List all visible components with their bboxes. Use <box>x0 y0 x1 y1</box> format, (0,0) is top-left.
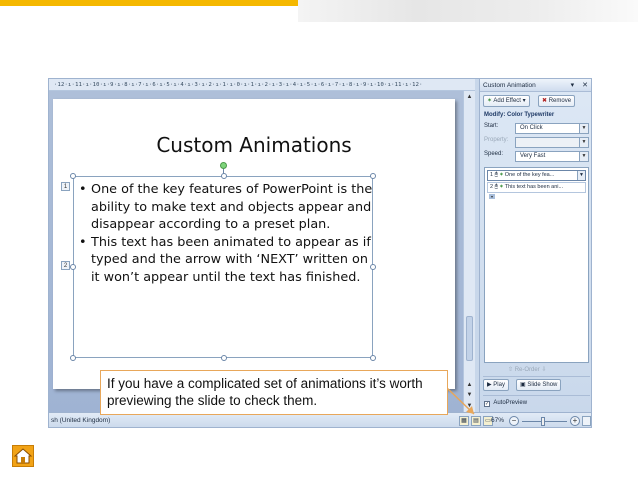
reorder-controls[interactable]: ⇧ Re-Order ⇩ <box>508 366 546 373</box>
animation-tag-2[interactable]: 2 <box>61 261 70 270</box>
star-icon: ✶ <box>487 98 493 104</box>
zoom-in-icon[interactable]: + <box>570 416 580 426</box>
callout-text: If you have a complicated set of animati… <box>107 376 423 408</box>
zoom-out-icon[interactable]: − <box>509 416 519 426</box>
slide-title[interactable]: Custom Animations <box>53 133 455 157</box>
chevron-down-icon[interactable]: ▼ <box>579 138 588 147</box>
resize-handle-tr[interactable] <box>370 173 376 179</box>
bullet-item-2[interactable]: This text has been animated to appear as… <box>79 234 375 287</box>
scroll-up-icon[interactable]: ▲ <box>465 93 474 101</box>
reorder-label: Re-Order <box>514 367 540 373</box>
slide-show-label: Slide Show <box>527 382 558 388</box>
play-button[interactable]: ▶ Play <box>483 379 509 391</box>
slide-work-area: Custom Animations 1 2 One of the k <box>49 91 475 412</box>
slideshow-icon: ▣ <box>520 382 526 388</box>
resize-handle-ml[interactable] <box>70 264 76 270</box>
chevron-down-icon[interactable]: ▼ <box>577 171 585 180</box>
resize-handle-bl[interactable] <box>70 355 76 361</box>
language-indicator[interactable]: sh (United Kingdom) <box>51 413 110 427</box>
custom-animation-pane: Custom Animation ▾ ✕ ✶ Add Effect ▾ ✖ Re… <box>479 79 591 412</box>
pane-divider <box>483 395 590 396</box>
start-select[interactable]: On Click ▼ <box>515 123 589 134</box>
item-label: One of the key fea... <box>504 172 555 178</box>
item-number: 1 <box>490 172 494 178</box>
speed-select[interactable]: Very Fast ▼ <box>515 151 589 162</box>
zoom-slider-thumb[interactable] <box>541 417 545 426</box>
vertical-scrollbar[interactable]: ▲ ▲ ▼ ▼ <box>463 91 475 412</box>
chevron-down-icon[interactable]: ▼ <box>579 124 588 133</box>
add-effect-label: Add Effect ▾ <box>493 98 526 104</box>
slide-show-button[interactable]: ▣ Slide Show <box>516 379 562 391</box>
autopreview-label: AutoPreview <box>493 400 528 406</box>
animation-tag-1[interactable]: 1 <box>61 182 70 191</box>
task-pane-header: Custom Animation ▾ ✕ <box>480 79 591 92</box>
play-icon: ▶ <box>487 382 492 388</box>
pane-divider <box>483 376 590 377</box>
animation-list-item-2[interactable]: 2 🖰 ✶ This text has been ani... <box>487 182 586 193</box>
modify-effect-label: Modify: Color Typewriter <box>484 112 555 118</box>
slide-canvas[interactable]: Custom Animations 1 2 One of the k <box>53 99 455 389</box>
resize-handle-bc[interactable] <box>221 355 227 361</box>
task-pane-title: Custom Animation <box>483 82 536 89</box>
pane-close-icon[interactable]: ▾ ✕ <box>571 79 591 92</box>
autopreview-checkbox[interactable]: ✓ AutoPreview <box>484 400 527 407</box>
effect-icon: ✶ <box>499 184 504 190</box>
resize-handle-tl[interactable] <box>70 173 76 179</box>
start-value: On Click <box>520 125 543 131</box>
page: ·12·ı·11·ı·10·ı·9·ı·8·ı·7·ı·6·ı·5·ı·4·ı·… <box>0 0 638 478</box>
add-effect-button[interactable]: ✶ Add Effect ▾ <box>483 95 530 107</box>
horizontal-ruler: ·12·ı·11·ı·10·ı·9·ı·8·ı·7·ı·6·ı·5·ı·4·ı·… <box>49 79 475 91</box>
click-icon: 🖰 <box>494 172 498 178</box>
expand-contents-icon[interactable]: ▾ <box>489 194 495 199</box>
bullet-item-1[interactable]: One of the key features of PowerPoint is… <box>79 181 375 234</box>
chevron-down-icon[interactable]: ▼ <box>579 152 588 161</box>
item-number: 2 <box>490 184 494 190</box>
tip-callout: If you have a complicated set of animati… <box>100 370 448 415</box>
reorder-down-icon[interactable]: ⇩ <box>541 367 546 373</box>
view-buttons: ▦ ▤ ▭ <box>459 416 493 426</box>
item-label: This text has been ani... <box>504 184 564 190</box>
scroll-down-icon[interactable]: ▼ <box>465 402 474 410</box>
reorder-up-icon[interactable]: ⇧ <box>508 367 513 373</box>
zoom-level[interactable]: 67% <box>491 413 504 427</box>
speed-label: Speed: <box>484 151 504 157</box>
check-icon[interactable]: ✓ <box>484 401 490 407</box>
property-label: Property: <box>484 137 509 143</box>
top-gradient-bar <box>298 0 638 22</box>
bullet-list[interactable]: One of the key features of PowerPoint is… <box>79 181 375 286</box>
property-select[interactable]: ▼ <box>515 137 589 148</box>
rotation-handle[interactable] <box>220 162 227 169</box>
prev-slide-icon[interactable]: ▲ <box>465 381 474 389</box>
resize-handle-br[interactable] <box>370 355 376 361</box>
speed-value: Very Fast <box>520 153 546 159</box>
effect-icon: ✶ <box>499 172 504 178</box>
click-icon: 🖰 <box>494 184 498 190</box>
remove-button[interactable]: ✖ Remove <box>538 95 576 107</box>
start-label: Start: <box>484 123 499 129</box>
resize-handle-tc[interactable] <box>221 173 227 179</box>
animation-list[interactable]: 1 🖰 ✶ One of the key fea... ▼ 2 🖰 ✶ This… <box>484 167 589 363</box>
animation-list-item-1[interactable]: 1 🖰 ✶ One of the key fea... ▼ <box>487 170 586 181</box>
slide-sorter-icon[interactable]: ▤ <box>471 416 481 426</box>
home-icon[interactable] <box>12 445 34 467</box>
scroll-thumb[interactable] <box>466 316 473 361</box>
remove-label: Remove <box>548 98 572 104</box>
play-label: Play <box>493 382 505 388</box>
house-shape <box>13 448 33 464</box>
normal-view-icon[interactable]: ▦ <box>459 416 469 426</box>
fit-slide-icon[interactable] <box>582 416 591 426</box>
top-accent-bar <box>0 0 298 6</box>
next-slide-icon[interactable]: ▼ <box>465 391 474 399</box>
remove-icon: ✖ <box>542 98 548 104</box>
